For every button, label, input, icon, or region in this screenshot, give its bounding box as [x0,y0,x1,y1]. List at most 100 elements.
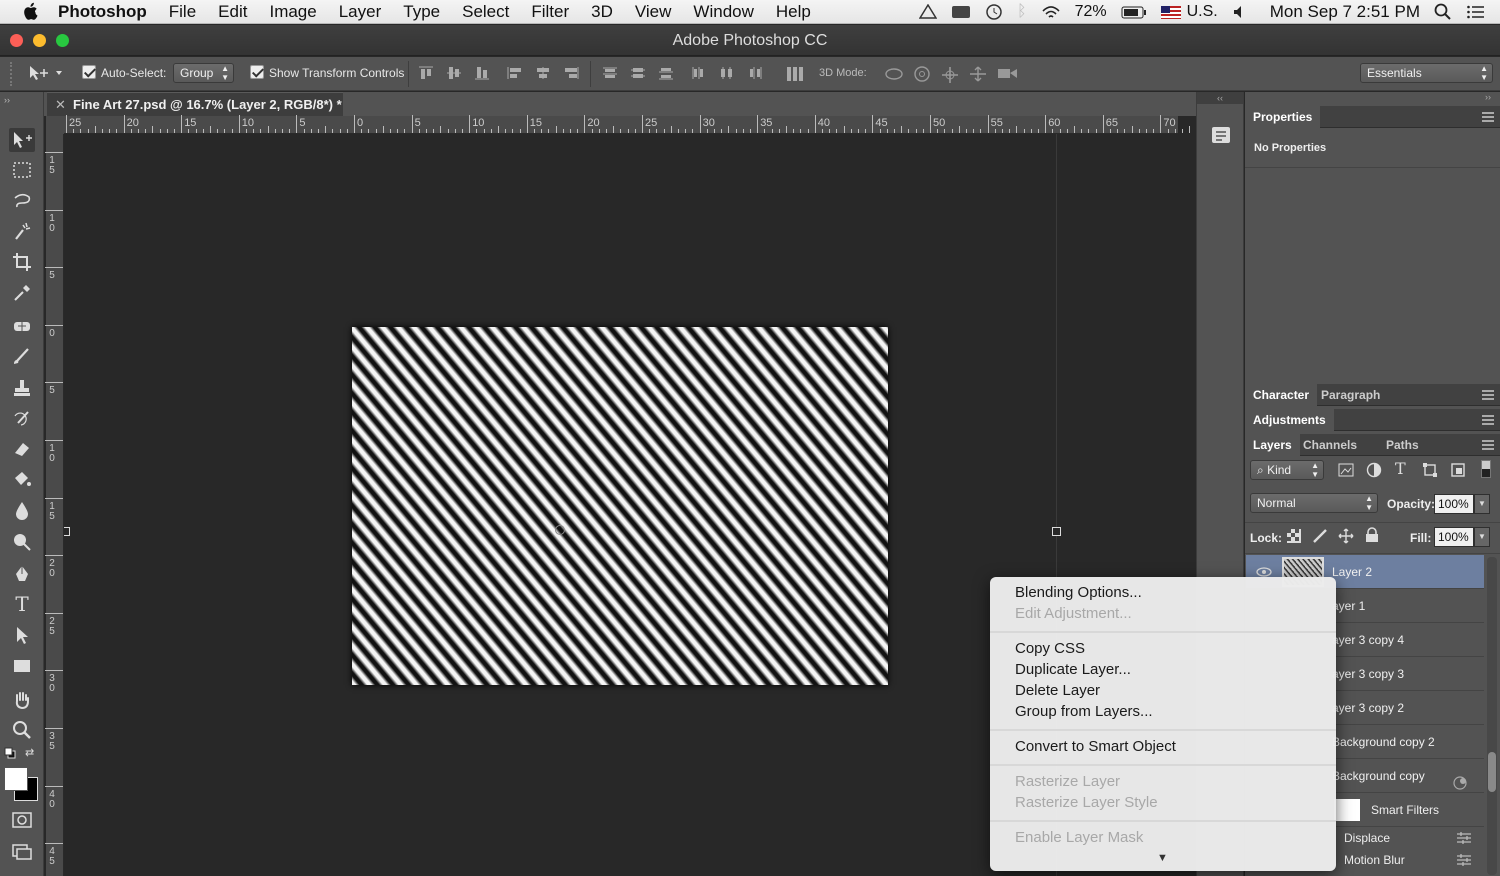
filter-name[interactable]: Motion Blur [1344,853,1405,867]
tab-paths[interactable]: Paths [1378,434,1427,456]
eyedropper-tool-icon[interactable] [9,281,35,305]
close-window-button[interactable] [10,34,23,47]
show-transform-checkbox[interactable] [250,65,264,79]
menu-help[interactable]: Help [776,2,811,22]
crop-tool-icon[interactable] [9,250,35,274]
menu-item-blending-options[interactable]: Blending Options... [1015,582,1142,603]
spotlight-icon[interactable] [1434,3,1452,21]
lock-pixels-icon[interactable] [1312,528,1330,549]
layer-name[interactable]: Layer 2 [1332,555,1372,589]
distribute-right-icon[interactable] [747,66,762,80]
lock-transparency-icon[interactable] [1287,529,1301,548]
align-left-icon[interactable] [507,66,521,80]
blend-mode-dropdown[interactable]: Normal ▲ ▼ [1250,493,1378,513]
lasso-tool-icon[interactable] [9,189,35,213]
collapse-panels-icon[interactable]: ›› [1485,92,1500,104]
tab-character[interactable]: Character [1245,384,1318,406]
auto-select-dropdown[interactable]: Group ▲ ▼ [173,63,234,83]
layer-name[interactable]: Background copy 2 [1332,725,1435,759]
keyboard-icon[interactable] [951,5,971,19]
smart-object-filter-icon[interactable] [1450,462,1466,483]
menu-select[interactable]: Select [462,2,509,22]
hand-tool-icon[interactable] [9,688,35,712]
tab-channels[interactable]: Channels [1295,434,1365,456]
align-right-icon[interactable] [563,66,579,80]
tab-layers[interactable]: Layers [1245,434,1300,456]
fill-input[interactable]: 100% [1434,527,1474,547]
layer-name[interactable]: ayer 3 copy 2 [1332,691,1404,725]
blur-tool-icon[interactable] [9,498,35,522]
fill-slider-toggle[interactable]: ▼ [1474,527,1490,547]
tab-adjustments[interactable]: Adjustments [1245,409,1334,431]
path-selection-tool-icon[interactable] [9,623,35,647]
zoom-window-button[interactable] [56,34,69,47]
menu-layer[interactable]: Layer [339,2,382,22]
options-bar-grip[interactable] [10,62,22,86]
minimize-window-button[interactable] [33,34,46,47]
brush-tool-icon[interactable] [9,344,35,368]
bluetooth-icon[interactable]: ᛒ [1017,3,1027,21]
layer-name[interactable]: Background copy [1332,759,1425,793]
expand-tools-icon[interactable]: ›› [4,95,10,105]
lock-position-icon[interactable] [1338,528,1354,549]
zoom-tool-icon[interactable] [9,718,35,742]
flag-icon[interactable] [1160,5,1181,19]
dodge-tool-icon[interactable] [9,529,35,553]
wifi-icon[interactable] [1041,5,1061,20]
distribute-bottom-icon[interactable] [658,66,673,80]
close-tab-icon[interactable]: ✕ [55,93,66,117]
apple-icon[interactable] [18,0,42,24]
foreground-color-swatch[interactable] [4,767,28,791]
menu-edit[interactable]: Edit [218,2,247,22]
volume-icon[interactable] [1232,5,1248,19]
menu-item-duplicate-layer[interactable]: Duplicate Layer... [1015,659,1131,680]
transform-handle[interactable] [64,527,70,536]
opacity-slider-toggle[interactable]: ▼ [1474,494,1490,514]
tab-properties[interactable]: Properties [1245,106,1321,128]
rectangle-tool-icon[interactable] [9,654,35,678]
drive-icon[interactable] [918,4,937,20]
clock[interactable]: Mon Sep 7 2:51 PM [1270,2,1420,22]
menu-item-convert-smart-object[interactable]: Convert to Smart Object [1015,736,1176,757]
auto-select-checkbox[interactable] [82,65,96,79]
screen-mode-icon[interactable] [9,840,35,864]
document-image[interactable] [352,327,888,685]
3d-slide-icon[interactable] [968,66,988,82]
swap-colors-icon[interactable]: ⇄ [25,746,34,759]
filter-name[interactable]: Displace [1344,831,1390,845]
notification-center-icon[interactable] [1466,4,1486,20]
type-layer-filter-icon[interactable]: T [1395,459,1406,478]
move-tool-preset-icon[interactable] [26,64,66,85]
pen-tool-icon[interactable] [9,562,35,586]
align-bottom-icon[interactable] [474,66,489,80]
3d-roll-icon[interactable] [913,66,933,82]
default-colors-icon[interactable] [4,746,16,764]
menu-scroll-down-icon[interactable]: ▼ [1157,852,1168,864]
time-machine-icon[interactable] [985,3,1003,21]
panel-menu-icon[interactable] [1482,440,1494,450]
history-brush-tool-icon[interactable] [9,406,35,430]
menu-window[interactable]: Window [693,2,753,22]
panel-menu-icon[interactable] [1482,415,1494,425]
menu-3d[interactable]: 3D [591,2,613,22]
menu-view[interactable]: View [635,2,672,22]
transform-reference-point[interactable] [555,525,565,535]
properties-panel-icon[interactable] [1211,125,1231,150]
collapse-dock-icon[interactable]: ‹‹ [1197,92,1243,104]
ruler-corner[interactable] [46,116,64,134]
distribute-top-icon[interactable] [602,66,617,80]
vertical-ruler[interactable]: 1 5 1 0 5 0 5 1 0 1 5 2 0 2 5 3 0 3 5 4 0 4 5 [45,134,64,876]
marquee-tool-icon[interactable] [9,158,35,182]
menu-app-name[interactable]: Photoshop [58,2,147,22]
paint-bucket-tool-icon[interactable] [9,467,35,491]
menu-item-group-from-layers[interactable]: Group from Layers... [1015,701,1153,722]
filter-options-icon[interactable] [1456,831,1472,850]
type-tool-icon[interactable]: T [9,592,35,616]
input-source-label[interactable]: U.S. [1187,3,1218,21]
eraser-tool-icon[interactable] [9,437,35,461]
3d-pan-icon[interactable] [941,66,961,83]
auto-align-layers-icon[interactable] [786,66,803,81]
horizontal-ruler[interactable]: 25 20 15 10 5 0 5 10 15 20 25 30 35 40 45 50 55 60 65 70 [64,115,1212,134]
smart-filter-mask-thumbnail[interactable] [1334,799,1360,821]
layer-name[interactable]: ayer 3 copy 3 [1332,657,1404,691]
